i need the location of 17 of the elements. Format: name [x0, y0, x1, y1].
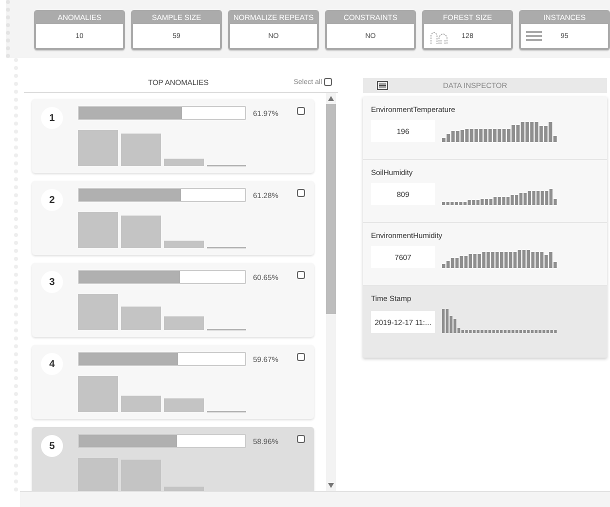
anomaly-checkbox[interactable] [297, 271, 305, 279]
trees-icon [429, 29, 449, 45]
rank-number: 5 [41, 435, 63, 457]
menu-icon[interactable] [377, 81, 388, 90]
anomaly-checkbox[interactable] [297, 189, 305, 197]
list-icon [526, 29, 542, 43]
scroll-down-icon[interactable] [328, 483, 334, 488]
select-all-checkbox[interactable] [324, 78, 332, 86]
anomaly-checkbox[interactable] [297, 107, 305, 115]
scrollbar[interactable] [326, 93, 336, 491]
anomaly-checkbox[interactable] [297, 435, 305, 443]
rank-number: 2 [41, 189, 63, 211]
scroll-up-icon[interactable] [328, 96, 334, 101]
rank-number: 1 [41, 107, 63, 129]
rank-number: 3 [41, 271, 63, 293]
rank-number: 4 [41, 353, 63, 375]
anomaly-checkbox[interactable] [297, 353, 305, 361]
